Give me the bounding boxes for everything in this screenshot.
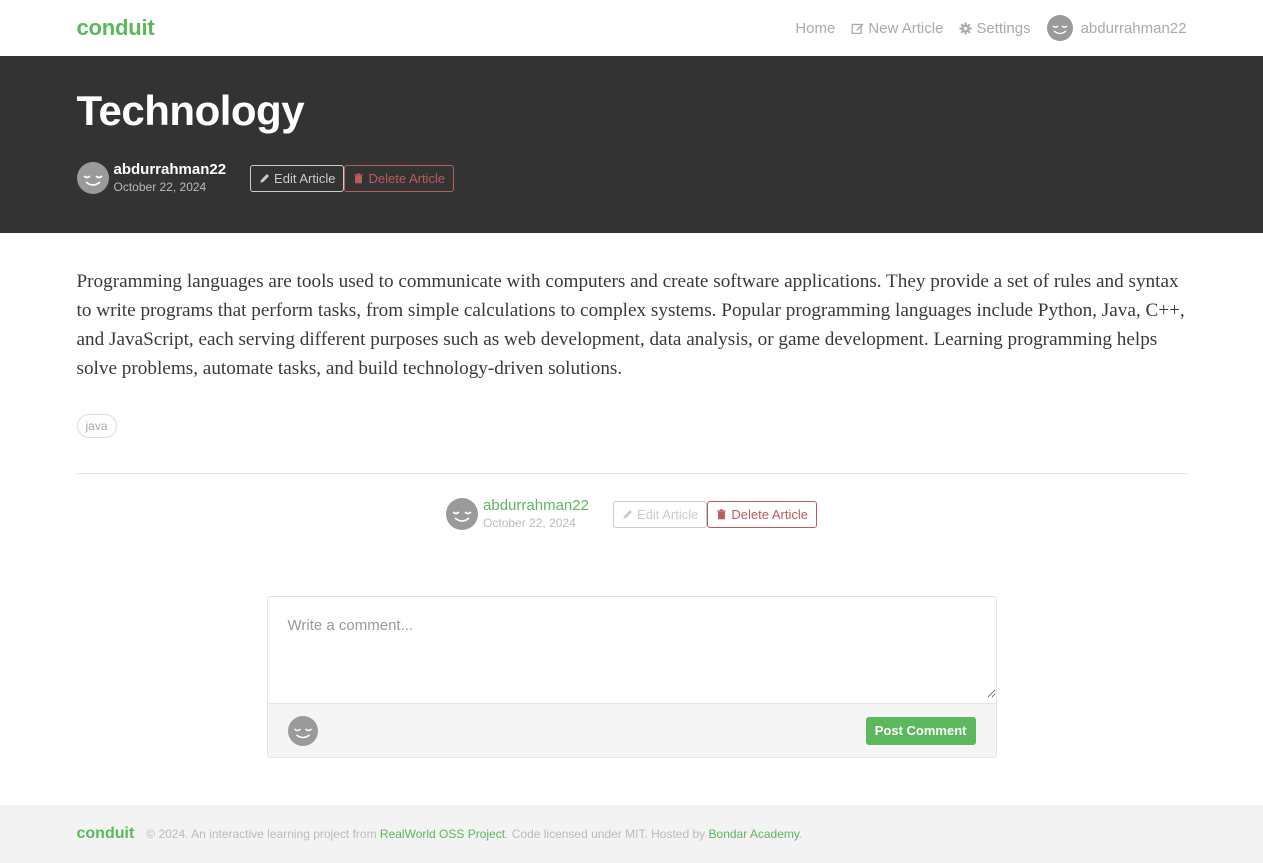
trash-icon [717,508,726,519]
author-name[interactable]: abdurrahman22 [483,498,589,515]
author-info: abdurrahman22 October 22, 2024 [483,498,589,530]
footer-text: . Code licensed under MIT. Hosted by [505,827,706,841]
footer: conduit © 2024. An interactive learning … [0,805,1263,863]
divider [76,473,1187,474]
nav-profile[interactable]: abdurrahman22 [1046,15,1187,41]
tag-pill[interactable]: java [76,414,117,438]
footer-text: © 2024. An interactive learning project … [146,827,377,841]
nav-username: abdurrahman22 [1080,19,1187,37]
realworld-link[interactable]: RealWorld OSS Project [380,827,505,841]
edit-article-label: Edit Article [636,506,699,522]
comment-avatar-icon [287,715,318,746]
author-avatar-icon[interactable] [446,498,479,530]
delete-article-label: Delete Article [731,506,808,522]
delete-article-button[interactable]: Delete Article [707,500,817,528]
nav-home[interactable]: Home [795,20,835,37]
nav-home-label: Home [795,19,836,37]
comment-form: Post Comment [266,596,997,758]
nav-links: Home New Article Settings abdurrahman22 [795,15,1187,41]
footer-logo[interactable]: conduit [77,825,135,843]
brand-logo[interactable]: conduit [77,15,155,41]
pencil-icon [623,509,632,519]
nav-settings[interactable]: Settings [959,19,1031,37]
edit-article-button[interactable]: Edit Article [250,164,345,192]
trash-icon [354,173,364,183]
gear-icon [959,21,972,35]
article-actions: abdurrahman22 October 22, 2024 Edit Arti… [77,498,1187,530]
avatar-smiley-icon [1046,15,1073,41]
footer-attribution: © 2024. An interactive learning project … [146,827,802,841]
footer-text: . [799,827,803,841]
comment-input[interactable] [267,597,996,698]
nav-settings-label: Settings [976,19,1031,37]
pencil-square-icon [851,23,864,34]
nav-new-article-label: New Article [868,19,944,37]
comment-form-footer: Post Comment [267,703,996,757]
edit-article-label: Edit Article [274,170,336,186]
article-date: October 22, 2024 [483,515,576,530]
author-name[interactable]: abdurrahman22 [114,162,227,179]
article-text: Programming languages are tools used to … [76,271,1185,379]
tag-list: java [76,414,1187,438]
article-meta-top: abdurrahman22 October 22, 2024 Edit Arti… [76,162,1187,195]
article-body: Programming languages are tools used to … [76,233,1187,438]
article-banner: Technology abdurrahman22 October 22, 202… [0,56,1263,233]
nav-new-article[interactable]: New Article [851,20,943,37]
article-title: Technology [76,87,305,134]
delete-article-button[interactable]: Delete Article [344,164,455,192]
edit-article-button[interactable]: Edit Article [612,500,708,528]
navbar: conduit Home New Article Settings abdurr… [0,0,1263,56]
article-date: October 22, 2024 [113,179,207,194]
post-comment-button[interactable]: Post Comment [865,716,976,745]
author-avatar-icon[interactable] [76,162,109,195]
author-info: abdurrahman22 October 22, 2024 [114,162,227,194]
delete-article-label: Delete Article [368,170,446,186]
bondar-academy-link[interactable]: Bondar Academy [709,827,800,841]
pencil-icon [260,173,270,183]
